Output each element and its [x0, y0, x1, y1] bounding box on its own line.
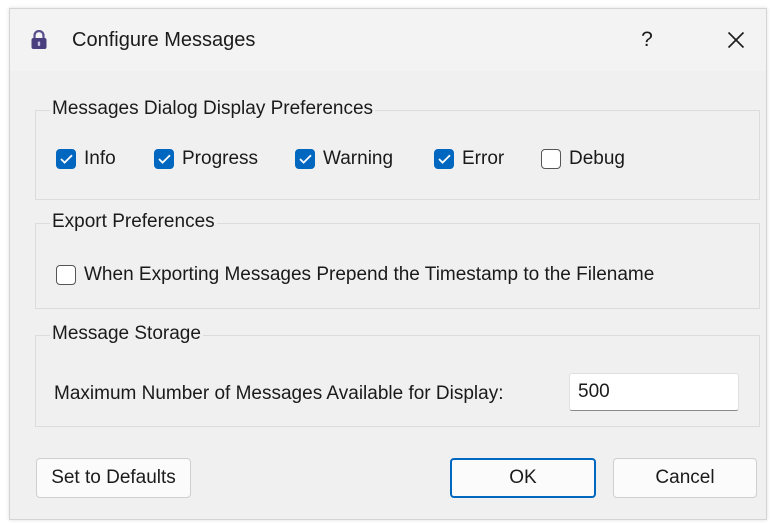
warning-checkbox[interactable]: Warning — [295, 148, 393, 170]
configure-messages-dialog: Configure Messages ? Messages Dialog Dis… — [9, 8, 767, 520]
close-icon — [727, 31, 745, 48]
prepend-timestamp-checkbox[interactable]: When Exporting Messages Prepend the Time… — [56, 264, 654, 286]
info-checkbox[interactable]: Info — [56, 148, 116, 170]
title-bar[interactable]: Configure Messages ? — [10, 9, 766, 71]
checkbox-unchecked-icon — [541, 149, 561, 169]
info-label: Info — [84, 148, 116, 169]
checkbox-checked-icon — [295, 149, 315, 169]
warning-label: Warning — [323, 148, 394, 169]
display-preferences-group: Messages Dialog Display Preferences Info… — [35, 98, 760, 200]
message-storage-title: Message Storage — [50, 323, 203, 345]
ok-button[interactable]: OK — [450, 458, 596, 498]
max-messages-input[interactable] — [569, 373, 739, 411]
export-preferences-group: Export Preferences When Exporting Messag… — [35, 211, 760, 309]
lock-icon — [30, 29, 48, 50]
set-to-defaults-button[interactable]: Set to Defaults — [36, 458, 191, 498]
close-button[interactable] — [718, 23, 754, 57]
help-button[interactable]: ? — [630, 23, 664, 57]
prepend-timestamp-label: When Exporting Messages Prepend the Time… — [84, 264, 655, 285]
display-preferences-title: Messages Dialog Display Preferences — [50, 98, 376, 120]
export-preferences-title: Export Preferences — [50, 211, 217, 233]
progress-checkbox[interactable]: Progress — [154, 148, 258, 170]
debug-checkbox[interactable]: Debug — [541, 148, 625, 170]
progress-label: Progress — [182, 148, 259, 169]
checkbox-checked-icon — [154, 149, 174, 169]
max-messages-label: Maximum Number of Messages Available for… — [54, 383, 504, 404]
checkbox-checked-icon — [56, 149, 76, 169]
debug-label: Debug — [569, 148, 625, 169]
checkbox-checked-icon — [434, 149, 454, 169]
dialog-title: Configure Messages — [72, 29, 256, 51]
checkbox-unchecked-icon — [56, 265, 76, 285]
error-checkbox[interactable]: Error — [434, 148, 504, 170]
message-storage-group: Message Storage Maximum Number of Messag… — [35, 323, 760, 427]
error-label: Error — [462, 148, 505, 169]
cancel-button[interactable]: Cancel — [613, 458, 757, 498]
